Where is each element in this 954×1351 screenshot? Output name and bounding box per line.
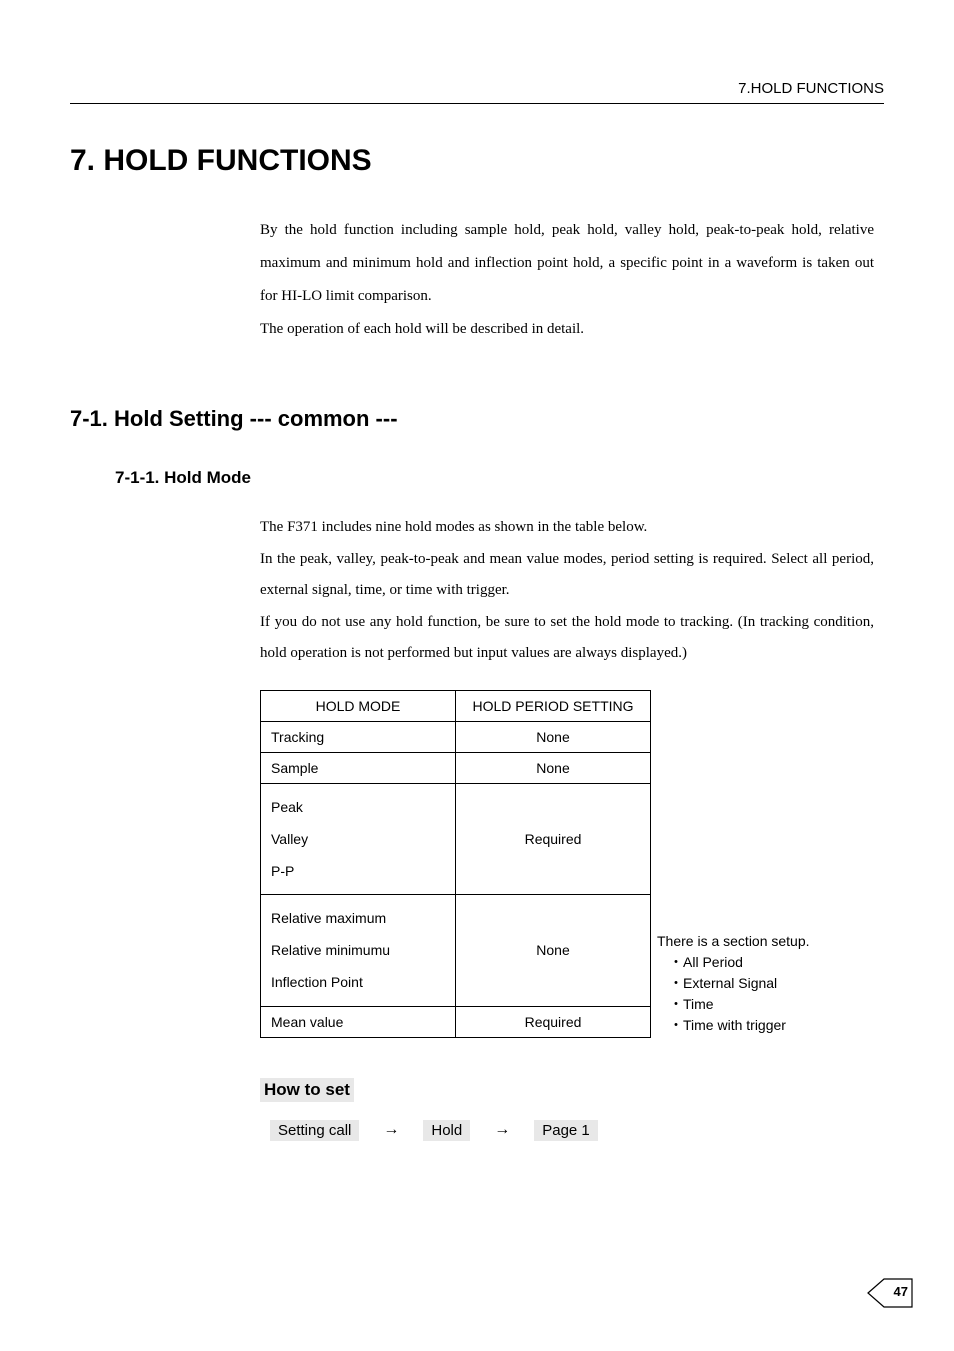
mode-peak: Peak: [271, 791, 445, 823]
table-row: Relative maximum Relative minimumu Infle…: [261, 895, 651, 1007]
table-row: Peak Valley P-P Required: [261, 783, 651, 895]
body-para-3: If you do not use any hold function, be …: [260, 607, 874, 670]
note-item: ・All Period: [657, 952, 810, 973]
td-period: Required: [456, 783, 651, 895]
td-period: None: [456, 752, 651, 783]
note-heading: There is a section setup.: [657, 931, 810, 952]
intro-para-2: The operation of each hold will be descr…: [260, 313, 874, 346]
nav-path: Setting call → Hold → Page 1: [270, 1120, 884, 1141]
table-header-row: HOLD MODE HOLD PERIOD SETTING: [261, 690, 651, 721]
table-row: Mean value Required: [261, 1006, 651, 1037]
td-mode-group: Relative maximum Relative minimumu Infle…: [261, 895, 456, 1007]
running-header: 7.HOLD FUNCTIONS: [70, 80, 884, 104]
mode-pp: P-P: [271, 855, 445, 887]
th-period: HOLD PERIOD SETTING: [456, 690, 651, 721]
body-para-1: The F371 includes nine hold modes as sho…: [260, 512, 874, 544]
note-item: ・Time with trigger: [657, 1015, 810, 1036]
note-item: ・External Signal: [657, 973, 810, 994]
th-mode: HOLD MODE: [261, 690, 456, 721]
td-period: None: [456, 895, 651, 1007]
subsection-title: 7-1-1. Hold Mode: [115, 468, 884, 488]
hold-mode-table: HOLD MODE HOLD PERIOD SETTING Tracking N…: [260, 690, 651, 1038]
mode-valley: Valley: [271, 823, 445, 855]
td-mode-group: Peak Valley P-P: [261, 783, 456, 895]
side-note: There is a section setup. ・All Period ・E…: [657, 931, 810, 1036]
page-marker: 47: [866, 1275, 914, 1311]
table-area: HOLD MODE HOLD PERIOD SETTING Tracking N…: [260, 690, 884, 1038]
td-period: Required: [456, 1006, 651, 1037]
nav-step-setting-call: Setting call: [270, 1120, 359, 1141]
nav-step-page1: Page 1: [534, 1120, 598, 1141]
how-to-set-heading: How to set: [260, 1078, 354, 1102]
intro-block: By the hold function including sample ho…: [260, 214, 874, 346]
mode-inflection: Inflection Point: [271, 966, 445, 998]
subsection-body: The F371 includes nine hold modes as sho…: [260, 512, 874, 670]
chapter-title: 7. HOLD FUNCTIONS: [70, 144, 884, 178]
note-item: ・Time: [657, 994, 810, 1015]
table-row: Sample None: [261, 752, 651, 783]
td-period: None: [456, 721, 651, 752]
section-title: 7-1. Hold Setting --- common ---: [70, 406, 884, 432]
running-title: 7.HOLD FUNCTIONS: [738, 80, 884, 97]
arrow-icon: →: [494, 1121, 510, 1139]
td-mode: Sample: [261, 752, 456, 783]
td-mode: Mean value: [261, 1006, 456, 1037]
page-number: 47: [894, 1284, 908, 1299]
body-para-2: In the peak, valley, peak-to-peak and me…: [260, 544, 874, 607]
mode-relmax: Relative maximum: [271, 902, 445, 934]
nav-step-hold: Hold: [423, 1120, 470, 1141]
table-row: Tracking None: [261, 721, 651, 752]
mode-relmin: Relative minimumu: [271, 934, 445, 966]
arrow-icon: →: [383, 1121, 399, 1139]
td-mode: Tracking: [261, 721, 456, 752]
intro-para-1: By the hold function including sample ho…: [260, 214, 874, 313]
